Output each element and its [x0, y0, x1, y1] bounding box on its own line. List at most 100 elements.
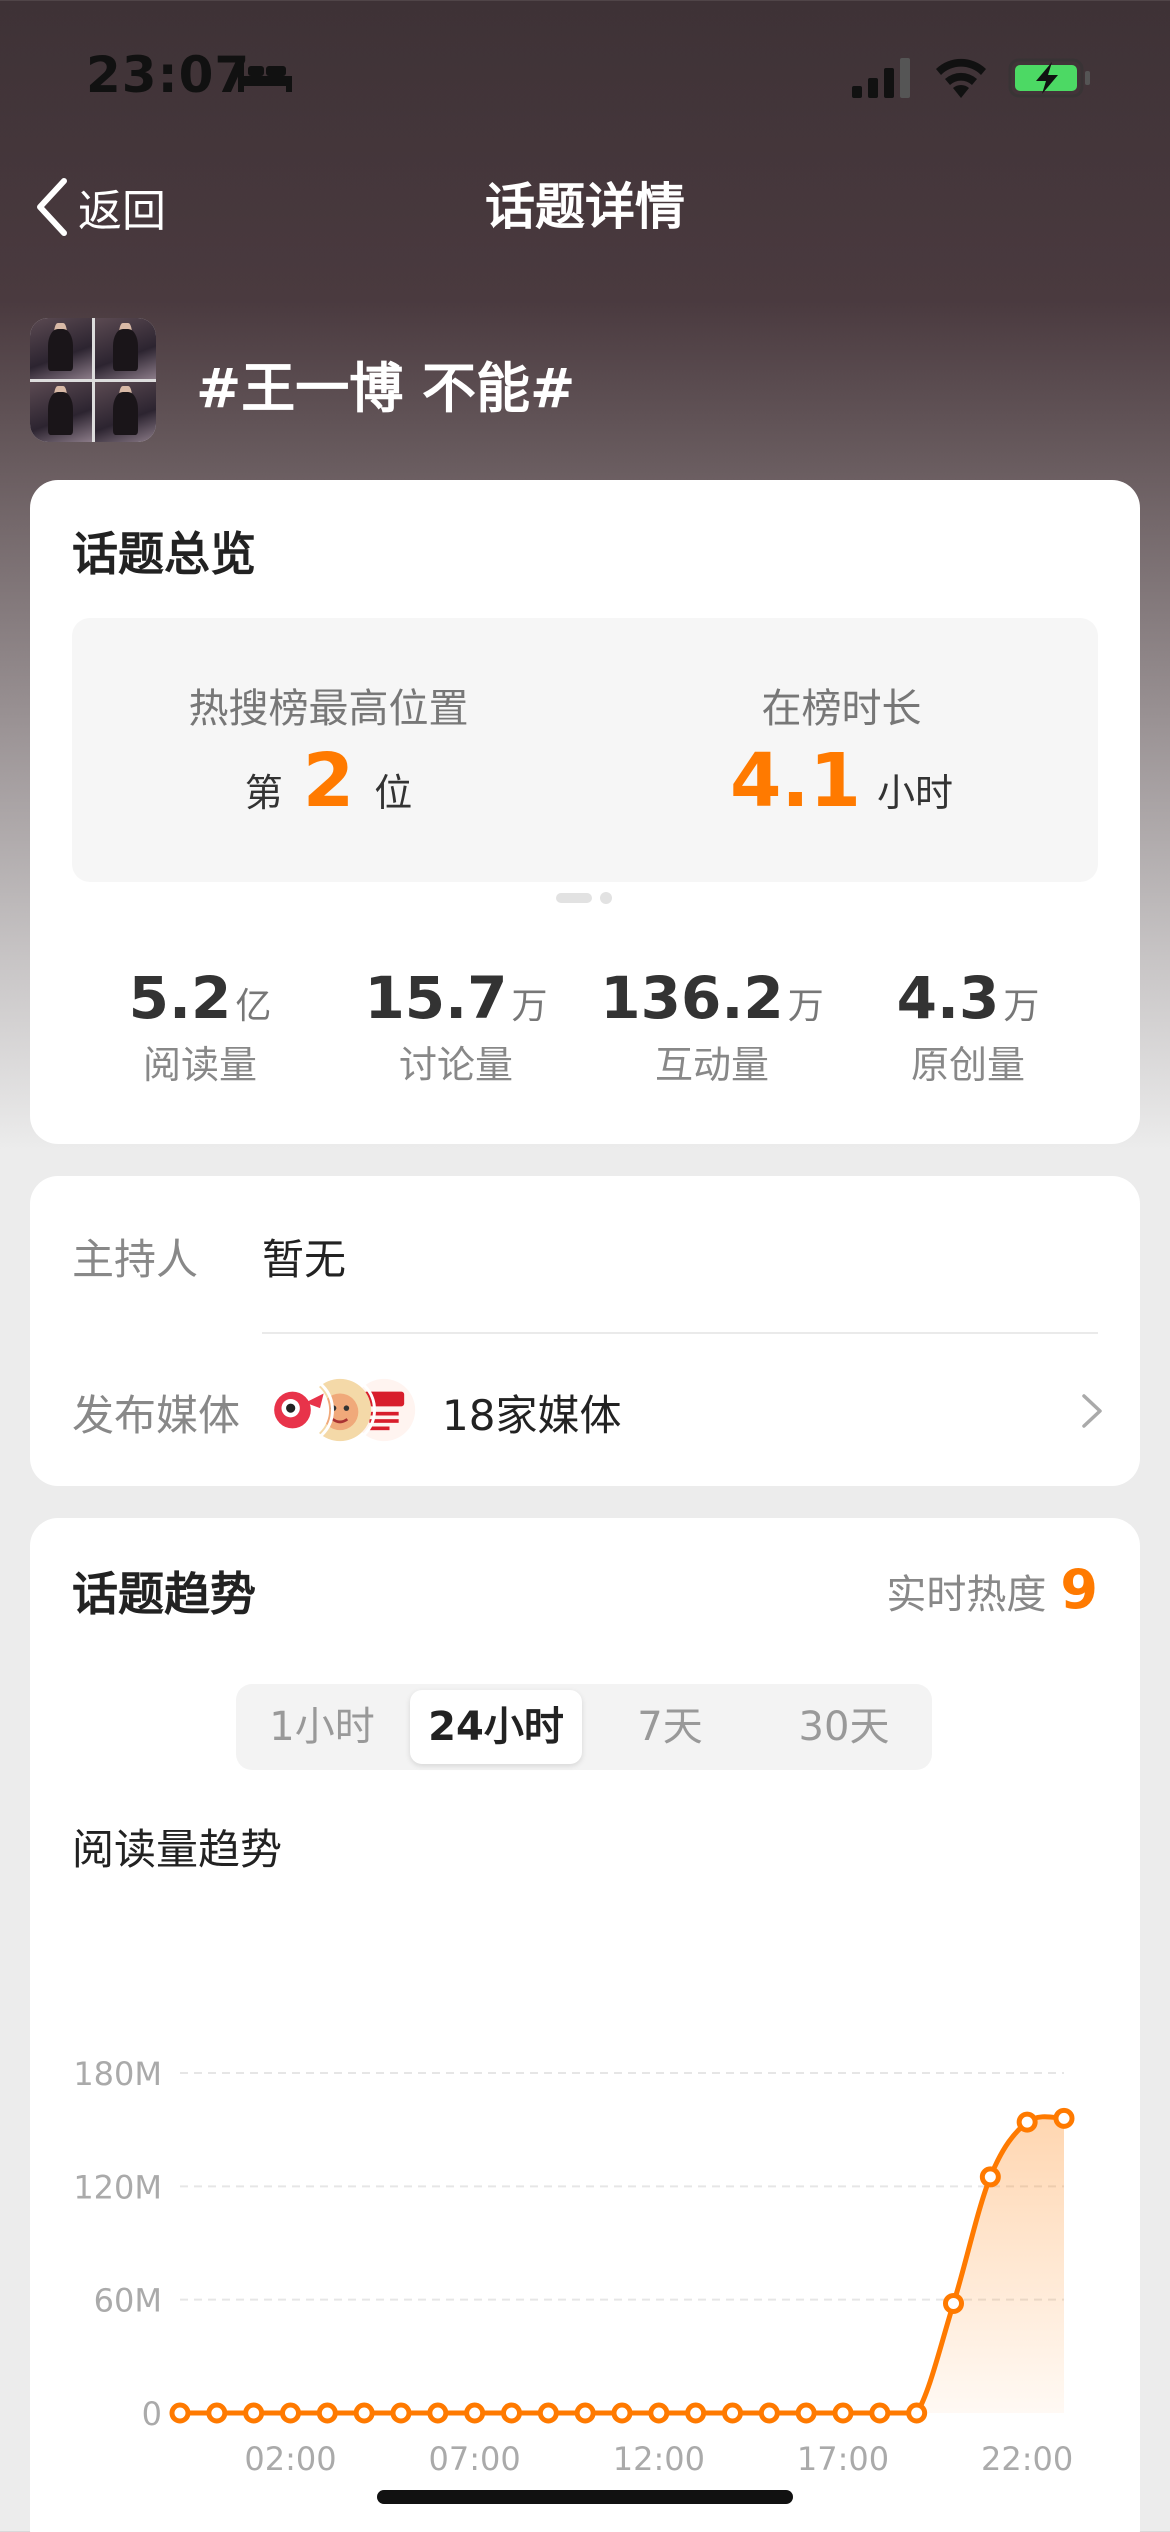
tab-7d[interactable]: 7天 — [584, 1690, 756, 1764]
chevron-right-icon — [1082, 1394, 1102, 1428]
stat-label: 互动量 — [654, 1043, 769, 1087]
duration-unit: 小时 — [877, 771, 954, 815]
page-dot-active — [556, 893, 592, 903]
chart-data-point[interactable] — [316, 2402, 338, 2424]
stat-label: 原创量 — [910, 1043, 1025, 1087]
chart-data-point[interactable] — [169, 2402, 191, 2424]
stat-unit: 万 — [511, 986, 548, 1027]
stat-label: 讨论量 — [398, 1043, 513, 1087]
topic-name: #王一博 不能# — [196, 357, 576, 420]
realtime-label: 实时热度 — [886, 1572, 1047, 1618]
x-tick-label: 12:00 — [613, 2440, 705, 2478]
time-range-tabs: 1小时 24小时 7天 30天 — [236, 1684, 932, 1770]
stat-value: 4.3 — [896, 964, 1000, 1032]
duration-label: 在榜时长 — [761, 686, 922, 732]
chart-data-point[interactable] — [1016, 2111, 1038, 2133]
rank-value: 2 — [302, 738, 355, 824]
duration-value: 4.1 — [729, 738, 862, 824]
chart-data-point[interactable] — [758, 2402, 780, 2424]
media-label: 发布媒体 — [72, 1391, 241, 1440]
stat-unit: 亿 — [235, 986, 272, 1027]
chart-data-point[interactable] — [611, 2402, 633, 2424]
stats-row: 5.2 亿 阅读量 15.7 万 讨论量 136.2 万 互动量 4.3 万 原创量 — [30, 964, 1140, 1094]
chart-data-point[interactable] — [243, 2402, 265, 2424]
chart-data-point[interactable] — [574, 2402, 596, 2424]
page-indicator — [556, 892, 612, 904]
stat-reads: 5.2 亿 阅读量 — [70, 964, 330, 1089]
topic-thumbnail — [30, 318, 156, 442]
chart-data-point[interactable] — [427, 2402, 449, 2424]
stat-unit: 万 — [1003, 986, 1040, 1027]
stat-value: 5.2 — [128, 964, 232, 1032]
chart-data-point[interactable] — [685, 2402, 707, 2424]
x-tick-label: 22:00 — [981, 2440, 1073, 2478]
wifi-icon — [936, 58, 986, 98]
media-row[interactable]: 发布媒体 18家媒体 — [30, 1346, 1140, 1476]
chart-data-point[interactable] — [795, 2402, 817, 2424]
tab-24h[interactable]: 24小时 — [410, 1690, 582, 1764]
cellular-signal-icon — [852, 58, 910, 98]
chart-data-point[interactable] — [648, 2402, 670, 2424]
stat-interactions: 136.2 万 互动量 — [582, 964, 842, 1089]
realtime-heat: 实时热度 9 — [886, 1558, 1098, 1621]
chart-series-line — [179, 2114, 1065, 2416]
chart-data-point[interactable] — [832, 2402, 854, 2424]
page-dot — [600, 892, 612, 904]
chart-data-point[interactable] — [537, 2402, 559, 2424]
highest-rank: 热搜榜最高位置 第 2 位 — [72, 618, 585, 882]
stat-discussions: 15.7 万 讨论量 — [326, 964, 586, 1089]
status-time: 23:07 — [86, 46, 251, 104]
media-avatar-icon — [262, 1374, 334, 1446]
y-tick-label: 180M — [73, 2055, 162, 2093]
rank-suffix: 位 — [374, 771, 413, 815]
chart-data-point[interactable] — [280, 2402, 301, 2424]
realtime-value: 9 — [1060, 1558, 1098, 1621]
highest-rank-label: 热搜榜最高位置 — [188, 686, 469, 732]
bed-icon — [238, 62, 292, 92]
chart-data-point[interactable] — [979, 2166, 1001, 2188]
tab-1h[interactable]: 1小时 — [236, 1690, 408, 1764]
tab-30d[interactable]: 30天 — [758, 1690, 930, 1764]
back-button[interactable]: 返回 — [34, 172, 166, 242]
chart-title: 阅读量趋势 — [72, 1825, 283, 1874]
overview-card: 话题总览 热搜榜最高位置 第 2 位 在榜时长 4.1 小时 5.2 亿 阅读量 … — [30, 480, 1140, 1144]
chart-data-point[interactable] — [464, 2402, 486, 2424]
y-tick-label: 60M — [94, 2282, 162, 2320]
info-card: 主持人 暂无 发布媒体 18家媒体 — [30, 1176, 1140, 1486]
y-tick-label: 120M — [73, 2168, 162, 2206]
stat-value: 136.2 — [600, 964, 784, 1032]
page-title: 话题详情 — [485, 178, 685, 236]
chart-data-point[interactable] — [501, 2402, 522, 2424]
x-tick-label: 17:00 — [797, 2440, 889, 2478]
chart-data-point[interactable] — [943, 2292, 964, 2314]
media-value: 18家媒体 — [442, 1391, 622, 1440]
read-trend-chart[interactable]: 0 60M 120M 180M 02:00 07:00 12:00 17:00 22:00 — [30, 1938, 1140, 2532]
chart-data-point[interactable] — [206, 2402, 228, 2424]
host-label: 主持人 — [72, 1235, 199, 1284]
rank-prefix: 第 — [244, 771, 283, 815]
chart-data-point[interactable] — [869, 2402, 891, 2424]
stat-value: 15.7 — [364, 964, 508, 1032]
chevron-left-icon — [37, 178, 67, 236]
chart-area-fill — [180, 2116, 1064, 2413]
back-label: 返回 — [78, 186, 166, 237]
chart-data-point[interactable] — [906, 2402, 928, 2424]
divider — [262, 1332, 1098, 1334]
media-avatars — [262, 1374, 420, 1446]
trend-card: 话题趋势 实时热度 9 1小时 24小时 7天 30天 阅读量趋势 0 60M 12… — [30, 1518, 1140, 2532]
trend-title: 话题趋势 — [72, 1567, 256, 1621]
status-bar: 23:07 — [0, 0, 1170, 150]
list-duration: 在榜时长 4.1 小时 — [585, 618, 1098, 882]
chart-data-point[interactable] — [722, 2402, 743, 2424]
overview-box[interactable]: 热搜榜最高位置 第 2 位 在榜时长 4.1 小时 — [72, 618, 1098, 882]
stat-originals: 4.3 万 原创量 — [838, 964, 1098, 1089]
host-value: 暂无 — [262, 1235, 347, 1284]
home-indicator — [377, 2490, 793, 2504]
x-tick-label: 07:00 — [429, 2440, 521, 2478]
stat-label: 阅读量 — [142, 1043, 257, 1087]
x-tick-label: 02:00 — [244, 2440, 336, 2478]
chart-data-point[interactable] — [1053, 2107, 1075, 2129]
chart-data-point[interactable] — [390, 2402, 412, 2424]
overview-title: 话题总览 — [72, 527, 256, 581]
chart-data-point[interactable] — [353, 2402, 375, 2424]
